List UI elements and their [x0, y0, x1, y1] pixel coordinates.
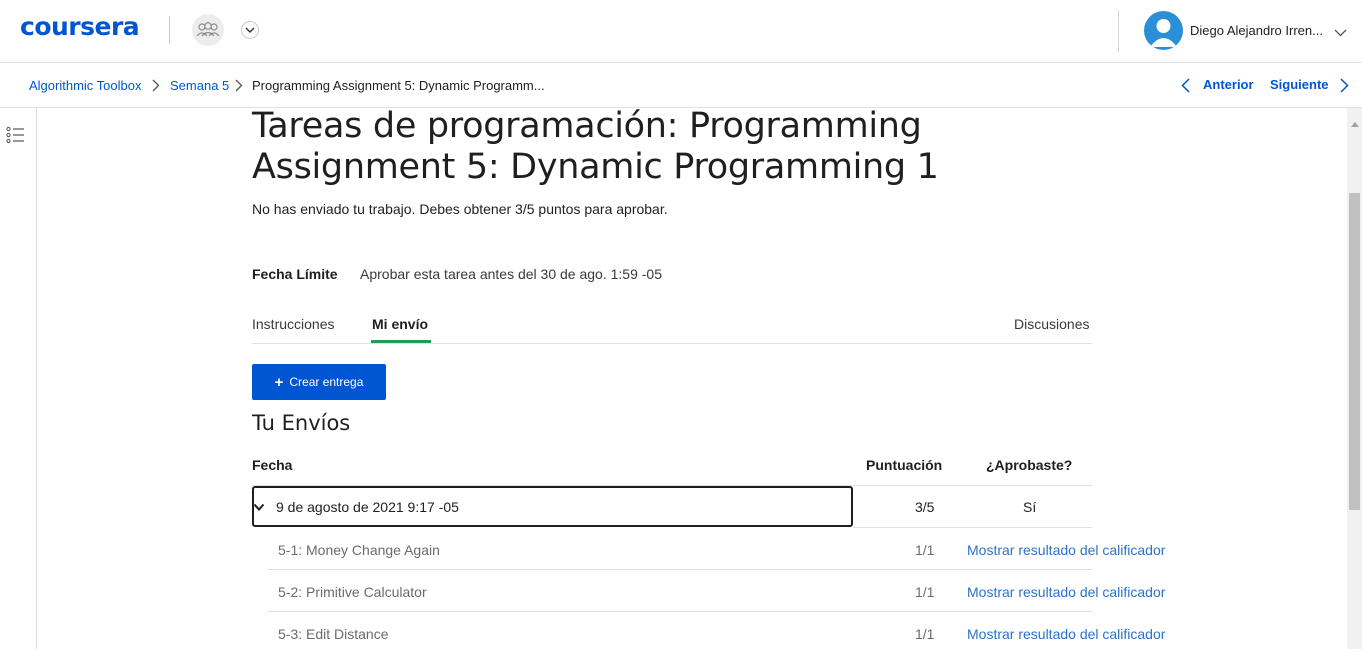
part-score: 1/1	[915, 584, 935, 600]
submission-passed: Sí	[1023, 499, 1037, 515]
breadcrumb: Algorithmic Toolbox Semana 5 Programming…	[0, 63, 1362, 108]
tab-instructions[interactable]: Instrucciones	[252, 316, 334, 332]
tab-my-submission[interactable]: Mi envío	[372, 316, 428, 332]
table-row: 5-3: Edit Distance 1/1 Mostrar resultado…	[268, 612, 1165, 654]
scroll-up-arrow-icon[interactable]	[1351, 114, 1359, 132]
submission-status: No has enviado tu trabajo. Debes obtener…	[252, 201, 668, 217]
user-avatar[interactable]	[1144, 11, 1183, 50]
breadcrumb-chevron-icon	[152, 79, 160, 97]
breadcrumb-course[interactable]: Algorithmic Toolbox	[29, 78, 141, 93]
breadcrumb-current: Programming Assignment 5: Dynamic Progra…	[252, 78, 545, 93]
column-header-score: Puntuación	[866, 457, 943, 473]
table-row: 5-1: Money Change Again 1/1 Mostrar resu…	[268, 528, 1165, 570]
create-submission-label: Crear entrega	[289, 375, 364, 389]
user-name[interactable]: Diego Alejandro Irren...	[1190, 23, 1330, 38]
page-title: Tareas de programación: Programming Assi…	[252, 106, 939, 187]
coursera-logo[interactable]: coursera	[20, 12, 140, 41]
part-score: 1/1	[915, 626, 935, 642]
submission-score: 3/5	[915, 499, 935, 515]
group-switcher-icon[interactable]	[192, 14, 224, 46]
submissions-title: Tu Envíos	[252, 411, 351, 435]
breadcrumb-week[interactable]: Semana 5	[170, 78, 229, 93]
deadline-label: Fecha Límite	[252, 266, 338, 282]
part-score: 1/1	[915, 542, 935, 558]
show-grader-output-link[interactable]: Mostrar resultado del calificador	[967, 584, 1165, 600]
deadline-value: Aprobar esta tarea antes del 30 de ago. …	[360, 266, 662, 282]
show-grader-output-link[interactable]: Mostrar resultado del calificador	[967, 626, 1165, 642]
course-outline-rail	[0, 108, 37, 649]
tab-discussions[interactable]: Discusiones	[1014, 316, 1089, 332]
breadcrumb-chevron-icon	[235, 79, 243, 97]
plus-icon: +	[274, 373, 284, 391]
previous-button[interactable]: Anterior	[1203, 77, 1254, 92]
part-name: 5-3: Edit Distance	[278, 626, 389, 642]
list-menu-icon[interactable]	[6, 126, 26, 149]
chevron-left-icon[interactable]	[1181, 78, 1190, 98]
part-name: 5-2: Primitive Calculator	[278, 584, 427, 600]
column-header-passed: ¿Aprobaste?	[986, 457, 1073, 473]
group-dropdown-icon[interactable]	[241, 21, 259, 39]
next-button[interactable]: Siguiente	[1270, 77, 1329, 92]
column-header-date: Fecha	[252, 457, 293, 473]
show-grader-output-link[interactable]: Mostrar resultado del calificador	[967, 542, 1165, 558]
chevron-down-icon[interactable]	[253, 499, 265, 517]
submission-date: 9 de agosto de 2021 9:17 -05	[276, 499, 459, 515]
active-tab-indicator	[371, 340, 431, 343]
assignment-tabs: Instrucciones Mi envío Discusiones	[252, 304, 1092, 344]
create-submission-button[interactable]: + Crear entrega	[252, 364, 386, 400]
part-name: 5-1: Money Change Again	[278, 542, 440, 558]
table-row: 5-2: Primitive Calculator 1/1 Mostrar re…	[268, 570, 1165, 612]
user-menu-chevron-icon[interactable]	[1334, 24, 1347, 42]
header-divider	[169, 16, 170, 44]
top-header: coursera Diego Alejandro Irren...	[0, 0, 1362, 63]
chevron-right-icon[interactable]	[1340, 78, 1349, 98]
scrollbar-thumb[interactable]	[1349, 193, 1360, 510]
header-divider-right	[1118, 10, 1119, 52]
